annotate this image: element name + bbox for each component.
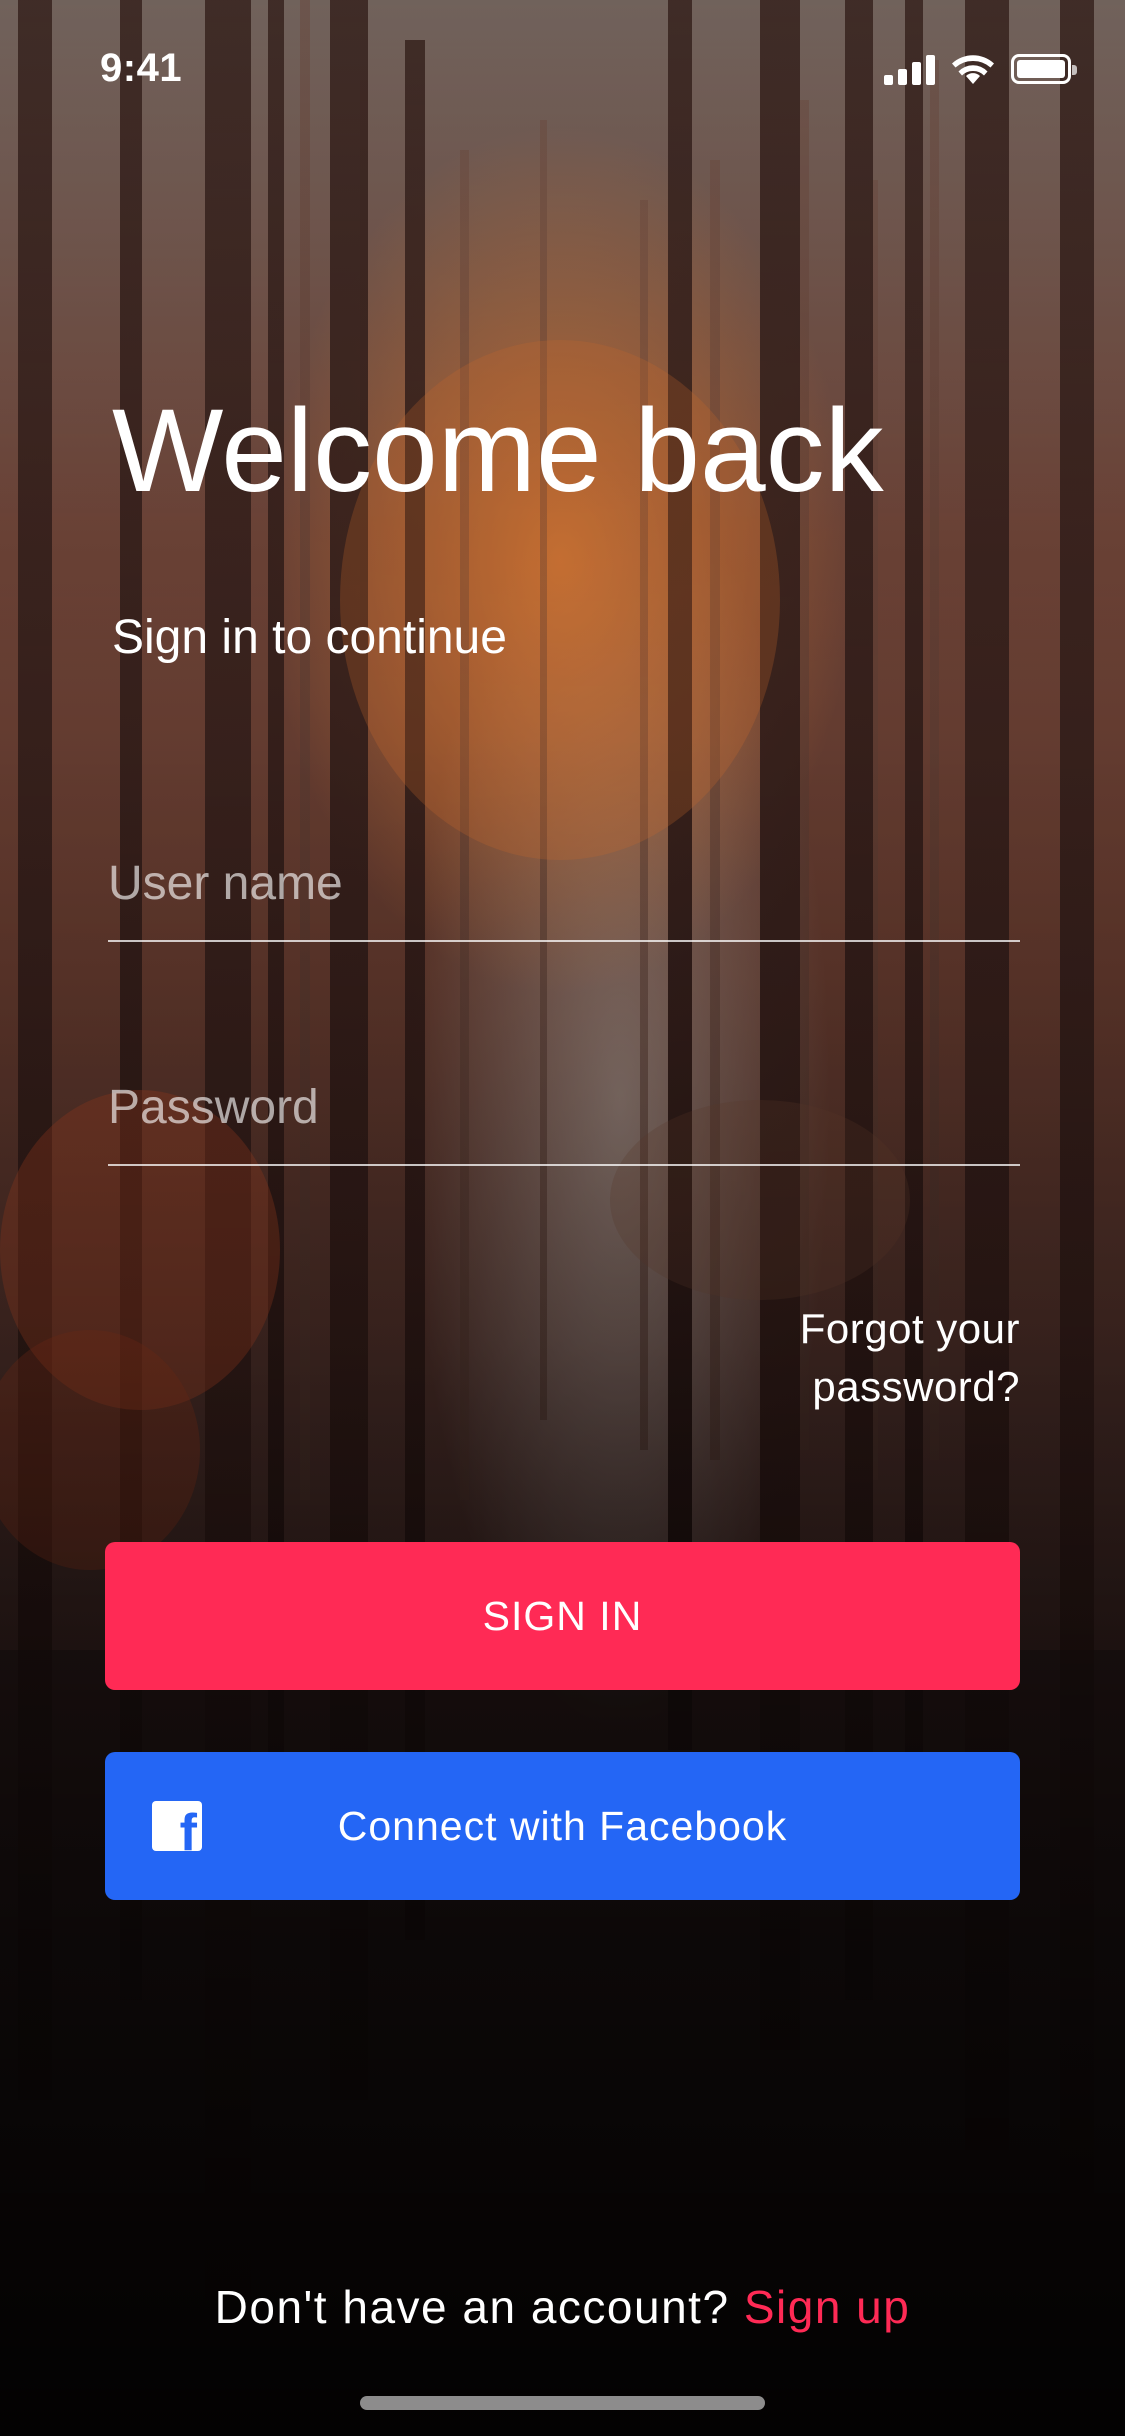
signup-prompt-text: Don't have an account? [214,2281,730,2333]
page-subtitle: Sign in to continue [112,611,507,664]
sign-up-link[interactable]: Sign up [744,2281,911,2333]
sign-in-button[interactable]: SIGN IN [105,1542,1020,1690]
wifi-icon [952,55,994,84]
facebook-icon: f [152,1801,202,1851]
login-screen: 9:41 Welcome back Sign in to continue Fo… [0,0,1125,2436]
password-field [108,1046,1020,1166]
username-field [108,822,1020,942]
status-time: 9:41 [100,46,183,90]
forgot-password-line2: password? [812,1363,1020,1410]
home-indicator[interactable] [360,2396,765,2410]
connect-facebook-button[interactable]: f Connect with Facebook [105,1752,1020,1900]
page-title: Welcome back [112,385,884,517]
forgot-password-line1: Forgot your [799,1305,1020,1352]
cellular-signal-icon [884,53,935,85]
background-overlay [0,0,1125,2436]
connect-facebook-button-label: Connect with Facebook [337,1802,788,1849]
status-icons [884,52,1077,86]
username-input[interactable] [108,848,1020,918]
password-input[interactable] [108,1072,1020,1142]
status-bar: 9:41 [0,0,1125,140]
battery-icon [1011,54,1077,84]
forgot-password-link[interactable]: Forgot your password? [660,1300,1020,1416]
signup-prompt: Don't have an account? Sign up [0,2280,1125,2334]
sign-in-button-label: SIGN IN [482,1592,643,1639]
